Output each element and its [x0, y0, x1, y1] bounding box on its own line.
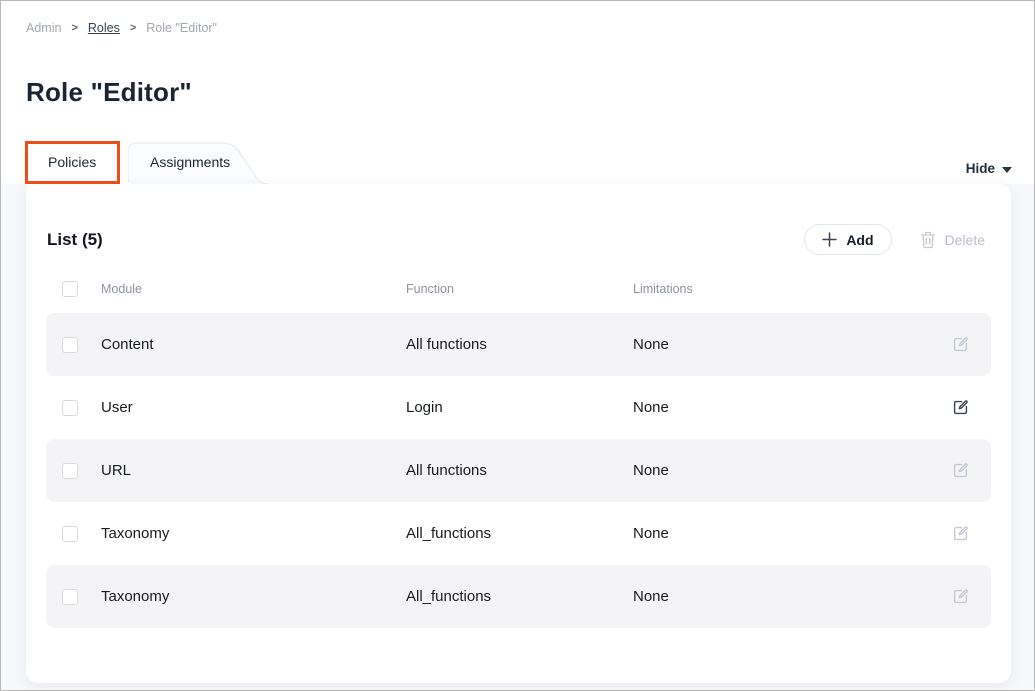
- breadcrumb-item-roles[interactable]: Roles: [88, 21, 120, 35]
- list-actions: Add Delete: [804, 224, 991, 255]
- row-function-value: All_functions: [406, 525, 633, 542]
- chevron-down-icon: [1002, 167, 1012, 173]
- edit-icon[interactable]: [951, 398, 970, 417]
- row-module-value: Content: [101, 336, 406, 353]
- table-header-row: Module Function Limitations: [46, 281, 991, 313]
- table-row: Content All functions None: [46, 313, 991, 376]
- breadcrumb-item-current: Role "Editor": [146, 21, 217, 35]
- breadcrumb-separator: >: [71, 22, 77, 34]
- tab-policies[interactable]: Policies: [26, 142, 136, 184]
- table-row: User Login None: [46, 376, 991, 439]
- row-function-value: All_functions: [406, 588, 633, 605]
- list-title: List (5): [47, 230, 103, 250]
- breadcrumb-item-admin: Admin: [26, 21, 61, 35]
- edit-icon[interactable]: [951, 524, 970, 543]
- edit-icon[interactable]: [951, 587, 970, 606]
- policies-table: Module Function Limitations Content All …: [46, 281, 991, 628]
- row-limitations-value: None: [633, 525, 929, 542]
- column-header-function: Function: [406, 282, 633, 296]
- select-all-checkbox[interactable]: [62, 281, 78, 297]
- column-header-limitations: Limitations: [633, 282, 929, 296]
- trash-icon: [920, 231, 936, 249]
- row-limitations-value: None: [633, 462, 929, 479]
- tab-policies-label: Policies: [26, 142, 136, 170]
- add-button[interactable]: Add: [804, 224, 891, 255]
- row-function-value: All functions: [406, 336, 633, 353]
- policies-panel: List (5) Add Delete Modul: [26, 184, 1011, 683]
- table-body: Content All functions None User Login No…: [46, 313, 991, 628]
- edit-icon[interactable]: [951, 461, 970, 480]
- hide-toggle-label: Hide: [966, 161, 995, 176]
- row-checkbox[interactable]: [62, 526, 78, 542]
- row-module-value: Taxonomy: [101, 588, 406, 605]
- row-limitations-value: None: [633, 588, 929, 605]
- table-row: Taxonomy All_functions None: [46, 565, 991, 628]
- tab-assignments-label: Assignments: [128, 142, 270, 170]
- page-title: Role "Editor": [26, 77, 192, 108]
- delete-button[interactable]: Delete: [914, 231, 991, 249]
- edit-icon[interactable]: [951, 335, 970, 354]
- column-header-module: Module: [101, 282, 406, 296]
- hide-toggle[interactable]: Hide: [966, 161, 1012, 176]
- row-module-value: Taxonomy: [101, 525, 406, 542]
- breadcrumb-separator: >: [130, 22, 136, 34]
- row-checkbox[interactable]: [62, 337, 78, 353]
- row-function-value: Login: [406, 399, 633, 416]
- tab-bar: Policies Assignments: [1, 142, 1034, 184]
- table-row: URL All functions None: [46, 439, 991, 502]
- row-limitations-value: None: [633, 336, 929, 353]
- app-window: Admin > Roles > Role "Editor" Role "Edit…: [0, 0, 1035, 691]
- row-checkbox[interactable]: [62, 400, 78, 416]
- row-function-value: All functions: [406, 462, 633, 479]
- table-row: Taxonomy All_functions None: [46, 502, 991, 565]
- row-limitations-value: None: [633, 399, 929, 416]
- tab-assignments[interactable]: Assignments: [128, 142, 270, 184]
- list-header: List (5) Add Delete: [26, 184, 1011, 255]
- breadcrumb: Admin > Roles > Role "Editor": [26, 21, 217, 35]
- row-module-value: User: [101, 399, 406, 416]
- row-checkbox[interactable]: [62, 463, 78, 479]
- row-checkbox[interactable]: [62, 589, 78, 605]
- plus-icon: [822, 232, 837, 247]
- delete-button-label: Delete: [945, 232, 985, 248]
- add-button-label: Add: [846, 232, 873, 248]
- row-module-value: URL: [101, 462, 406, 479]
